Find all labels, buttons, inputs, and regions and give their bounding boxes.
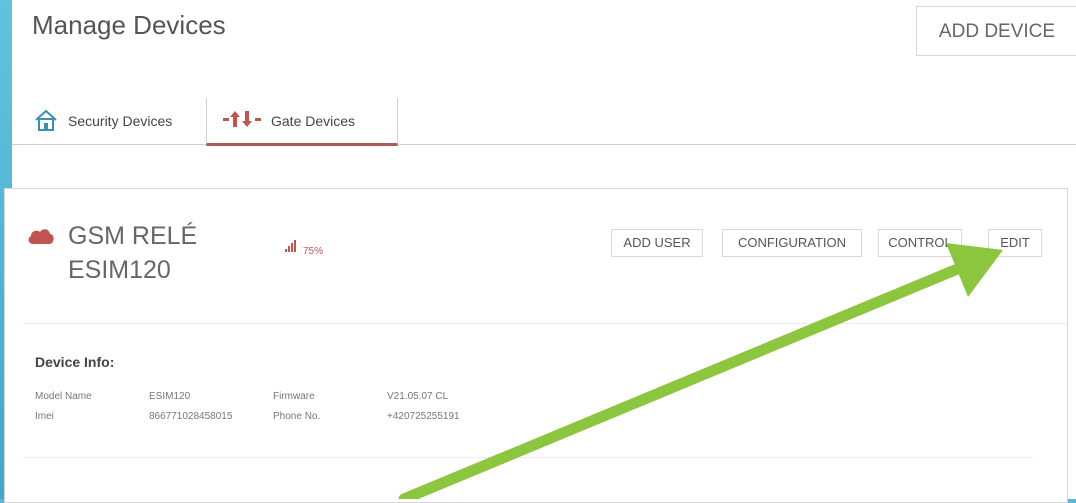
phone-label: Phone No.: [273, 411, 321, 422]
model-name-value: ESIM120: [149, 391, 191, 402]
tab-gate-devices[interactable]: Gate Devices: [206, 98, 398, 146]
home-icon: [34, 109, 58, 134]
device-name-line2: ESIM120: [68, 256, 171, 284]
tab-security-devices[interactable]: Security Devices: [32, 98, 206, 144]
tab-gate-label: Gate Devices: [271, 112, 356, 129]
add-device-button[interactable]: ADD DEVICE: [916, 6, 1076, 56]
model-name-label: Model Name: [35, 391, 92, 402]
device-tabs: Security Devices Gate Devices: [12, 98, 1076, 146]
imei-label: Imei: [35, 411, 54, 422]
device-card: GSM RELÉ ESIM120 75% ADD USER CONFIGURAT…: [4, 188, 1069, 503]
device-name-line1: GSM RELÉ: [68, 222, 198, 250]
cloud-icon: [27, 227, 55, 250]
firmware-label: Firmware: [273, 391, 315, 402]
tab-security-label: Security Devices: [68, 113, 173, 129]
card-bottom-divider: [23, 457, 1033, 458]
edit-button[interactable]: EDIT: [988, 229, 1042, 257]
firmware-value: V21.05.07 CL: [387, 391, 449, 402]
signal-bars-icon: [285, 239, 297, 257]
phone-value: +420725255191: [387, 411, 460, 422]
device-info-title: Device Info:: [35, 354, 115, 370]
imei-value: 866771028458015: [149, 411, 233, 422]
page-title: Manage Devices: [32, 10, 226, 40]
configuration-button[interactable]: CONFIGURATION: [722, 229, 862, 257]
signal-percent: 75%: [303, 246, 324, 257]
control-button[interactable]: CONTROL: [878, 229, 962, 257]
add-user-button[interactable]: ADD USER: [611, 229, 703, 257]
gate-arrows-icon: [223, 110, 261, 131]
signal-strength: 75%: [285, 239, 323, 257]
card-divider: [23, 323, 1069, 324]
device-name: GSM RELÉ ESIM120: [68, 219, 238, 287]
